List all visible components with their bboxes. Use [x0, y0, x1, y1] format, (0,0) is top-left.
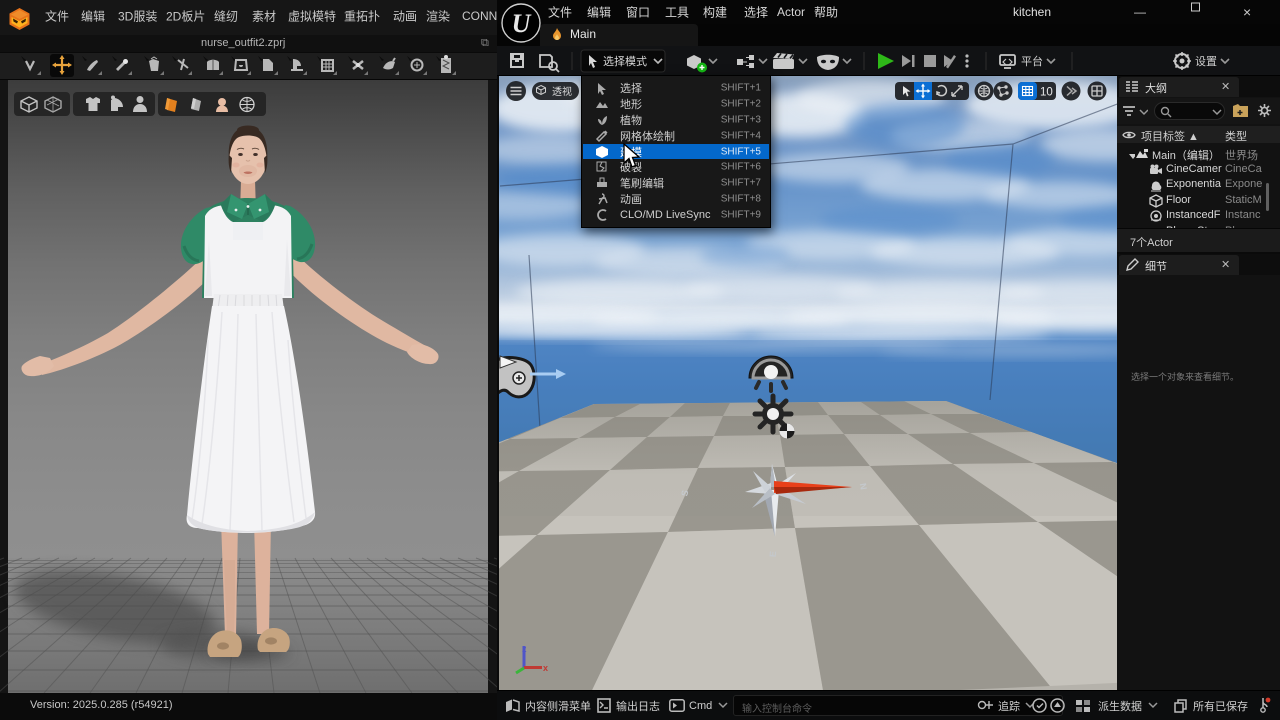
svg-text:E: E — [768, 551, 778, 558]
svg-text:选择模式: 选择模式 — [603, 54, 647, 68]
svg-text:设置: 设置 — [1195, 55, 1217, 68]
svg-text:10: 10 — [1040, 87, 1053, 99]
svg-text:透视: 透视 — [552, 85, 572, 98]
svg-text:平台: 平台 — [1021, 54, 1043, 68]
svg-text:z: z — [522, 644, 527, 654]
svg-text:U: U — [512, 9, 532, 38]
svg-text:x: x — [543, 663, 548, 673]
